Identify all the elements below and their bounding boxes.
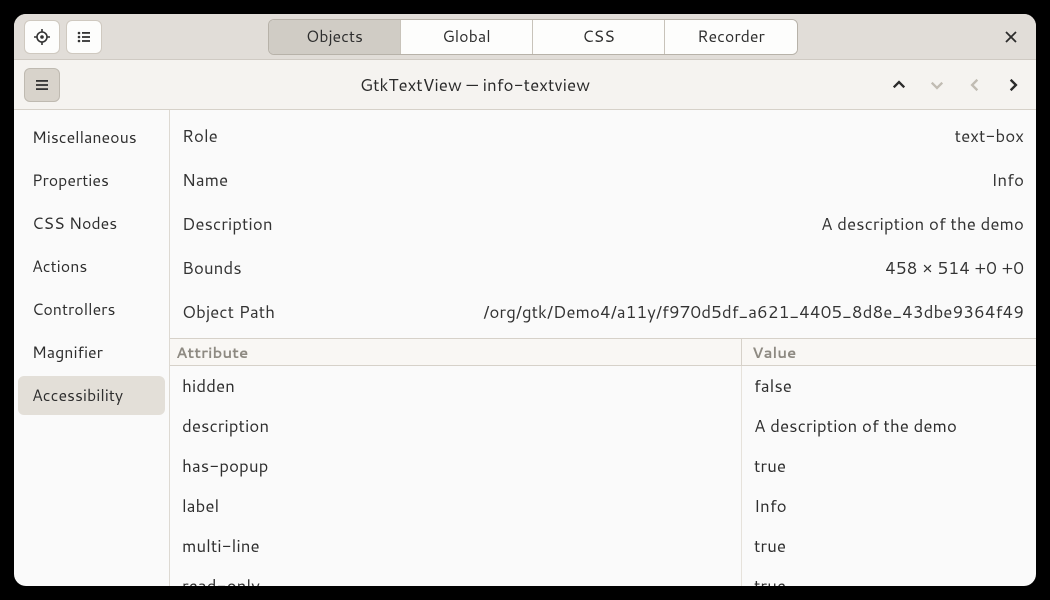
- prop-row-name: Name Info: [170, 158, 1036, 202]
- attributes-table-header: Attribute Value: [170, 338, 1036, 366]
- table-row[interactable]: multi-line true: [170, 526, 1036, 566]
- sidebar-item-miscellaneous[interactable]: Miscellaneous: [18, 118, 165, 157]
- prop-value: /org/gtk/Demo4/a11y/f970d5df_a621_4405_8…: [312, 300, 1024, 324]
- hamburger-icon: [34, 77, 50, 93]
- sidebar-item-actions[interactable]: Actions: [18, 247, 165, 286]
- attr-name: multi-line: [170, 526, 742, 566]
- attr-value: true: [742, 454, 1036, 478]
- sidebar-item-properties[interactable]: Properties: [18, 161, 165, 200]
- prop-row-object-path: Object Path /org/gtk/Demo4/a11y/f970d5df…: [170, 290, 1036, 334]
- nav-back-button[interactable]: [966, 76, 984, 94]
- attr-value: true: [742, 534, 1036, 558]
- close-button[interactable]: [1002, 28, 1020, 46]
- chevron-left-icon: [968, 78, 982, 92]
- tab-objects[interactable]: Objects: [269, 20, 401, 54]
- sidebar: Miscellaneous Properties CSS Nodes Actio…: [14, 110, 170, 586]
- attr-name: description: [170, 406, 742, 446]
- titlebar: Objects Global CSS Recorder: [14, 14, 1036, 60]
- nav-icons: [890, 76, 1022, 94]
- attr-value: Info: [742, 494, 1036, 518]
- prop-label: Name: [182, 168, 312, 192]
- nav-up-button[interactable]: [890, 76, 908, 94]
- tab-global[interactable]: Global: [401, 20, 533, 54]
- content: Miscellaneous Properties CSS Nodes Actio…: [14, 110, 1036, 586]
- prop-label: Bounds: [182, 256, 312, 280]
- target-button[interactable]: [24, 20, 60, 54]
- sidebar-item-css-nodes[interactable]: CSS Nodes: [18, 204, 165, 243]
- attributes-table-body: hidden false description A description o…: [170, 366, 1036, 586]
- inspector-window: Objects Global CSS Recorder GtkTextView …: [14, 14, 1036, 586]
- close-icon: [1005, 31, 1017, 43]
- tab-css[interactable]: CSS: [533, 20, 665, 54]
- list-icon: [76, 29, 92, 45]
- main-panel: Role text-box Name Info Description A de…: [170, 110, 1036, 586]
- list-button[interactable]: [66, 20, 102, 54]
- chevron-right-icon: [1006, 78, 1020, 92]
- object-title: GtkTextView — info-textview: [60, 73, 890, 97]
- prop-value: text-box: [312, 124, 1024, 148]
- tab-recorder[interactable]: Recorder: [665, 20, 797, 54]
- prop-row-description: Description A description of the demo: [170, 202, 1036, 246]
- prop-row-bounds: Bounds 458 × 514 +0 +0: [170, 246, 1036, 290]
- prop-value: 458 × 514 +0 +0: [312, 256, 1024, 280]
- main-tabs: Objects Global CSS Recorder: [268, 19, 798, 55]
- table-row[interactable]: has-popup true: [170, 446, 1036, 486]
- prop-label: Object Path: [182, 300, 312, 324]
- sidebar-item-magnifier[interactable]: Magnifier: [18, 333, 165, 372]
- chevron-down-icon: [930, 78, 944, 92]
- prop-row-role: Role text-box: [170, 114, 1036, 158]
- target-icon: [34, 29, 50, 45]
- prop-label: Description: [182, 212, 312, 236]
- object-bar: GtkTextView — info-textview: [14, 60, 1036, 110]
- attr-name: hidden: [170, 366, 742, 406]
- attr-value: false: [742, 374, 1036, 398]
- column-value[interactable]: Value: [742, 342, 1036, 363]
- sidebar-item-controllers[interactable]: Controllers: [18, 290, 165, 329]
- nav-down-button[interactable]: [928, 76, 946, 94]
- prop-value: Info: [312, 168, 1024, 192]
- attr-name: read-only: [170, 566, 742, 586]
- chevron-up-icon: [892, 78, 906, 92]
- nav-forward-button[interactable]: [1004, 76, 1022, 94]
- attr-name: has-popup: [170, 446, 742, 486]
- attr-value: true: [742, 574, 1036, 586]
- accessibility-properties: Role text-box Name Info Description A de…: [170, 110, 1036, 338]
- prop-label: Role: [182, 124, 312, 148]
- sidebar-item-accessibility[interactable]: Accessibility: [18, 376, 165, 415]
- column-attribute[interactable]: Attribute: [170, 339, 742, 365]
- table-row[interactable]: hidden false: [170, 366, 1036, 406]
- prop-value: A description of the demo: [312, 212, 1024, 236]
- attr-name: label: [170, 486, 742, 526]
- menu-button[interactable]: [24, 68, 60, 102]
- table-row[interactable]: label Info: [170, 486, 1036, 526]
- table-row[interactable]: read-only true: [170, 566, 1036, 586]
- table-row[interactable]: description A description of the demo: [170, 406, 1036, 446]
- attr-value: A description of the demo: [742, 414, 1036, 438]
